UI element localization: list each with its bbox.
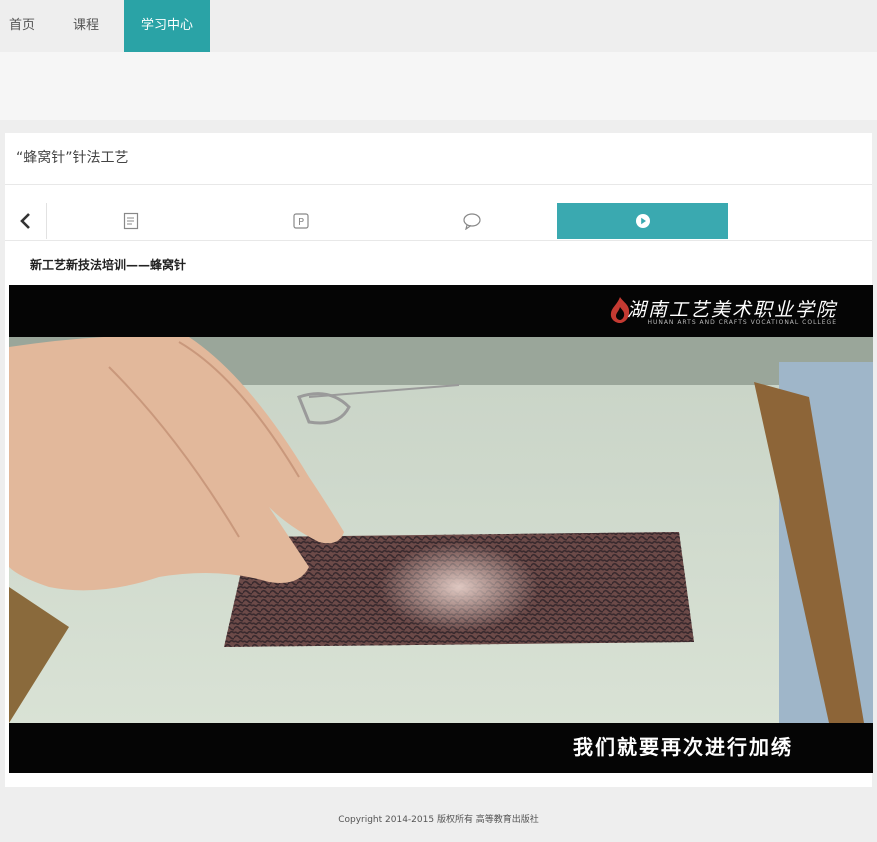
divider: [5, 240, 872, 241]
logo-subtext: HUNAN ARTS AND CRAFTS VOCATIONAL COLLEGE: [647, 319, 837, 326]
nav-item-learning-center[interactable]: 学习中心: [124, 0, 210, 52]
comment-icon: [462, 213, 481, 230]
tab-slides[interactable]: P: [216, 203, 386, 239]
ppt-icon: P: [293, 213, 309, 229]
page-title: “蜂窝针”针法工艺: [16, 150, 129, 166]
video-frame: [9, 337, 873, 723]
tab-documents[interactable]: [46, 203, 216, 239]
banner-area: [0, 52, 877, 120]
tab-comments[interactable]: [386, 203, 557, 239]
divider: [5, 184, 872, 185]
video-player[interactable]: 湖南工艺美术职业学院 HUNAN ARTS AND CRAFTS VOCATIO…: [9, 285, 873, 773]
top-nav: 首页 课程 学习中心: [0, 0, 877, 52]
logo-text: 湖南工艺美术职业学院: [626, 299, 837, 321]
document-icon: [123, 212, 139, 230]
video-subtitle: 我们就要再次进行加绣: [573, 735, 793, 759]
tab-video[interactable]: [557, 203, 728, 239]
nav-item-courses[interactable]: 课程: [60, 0, 112, 52]
footer-copyright: Copyright 2014-2015 版权所有 高等教育出版社: [338, 815, 539, 825]
svg-text:P: P: [298, 217, 304, 228]
nav-item-home[interactable]: 首页: [0, 0, 44, 52]
back-button[interactable]: [10, 203, 42, 239]
video-title: 新工艺新技法培训——蜂窝针: [30, 258, 187, 272]
play-icon: [635, 214, 650, 228]
chevron-left-icon: [20, 213, 30, 229]
